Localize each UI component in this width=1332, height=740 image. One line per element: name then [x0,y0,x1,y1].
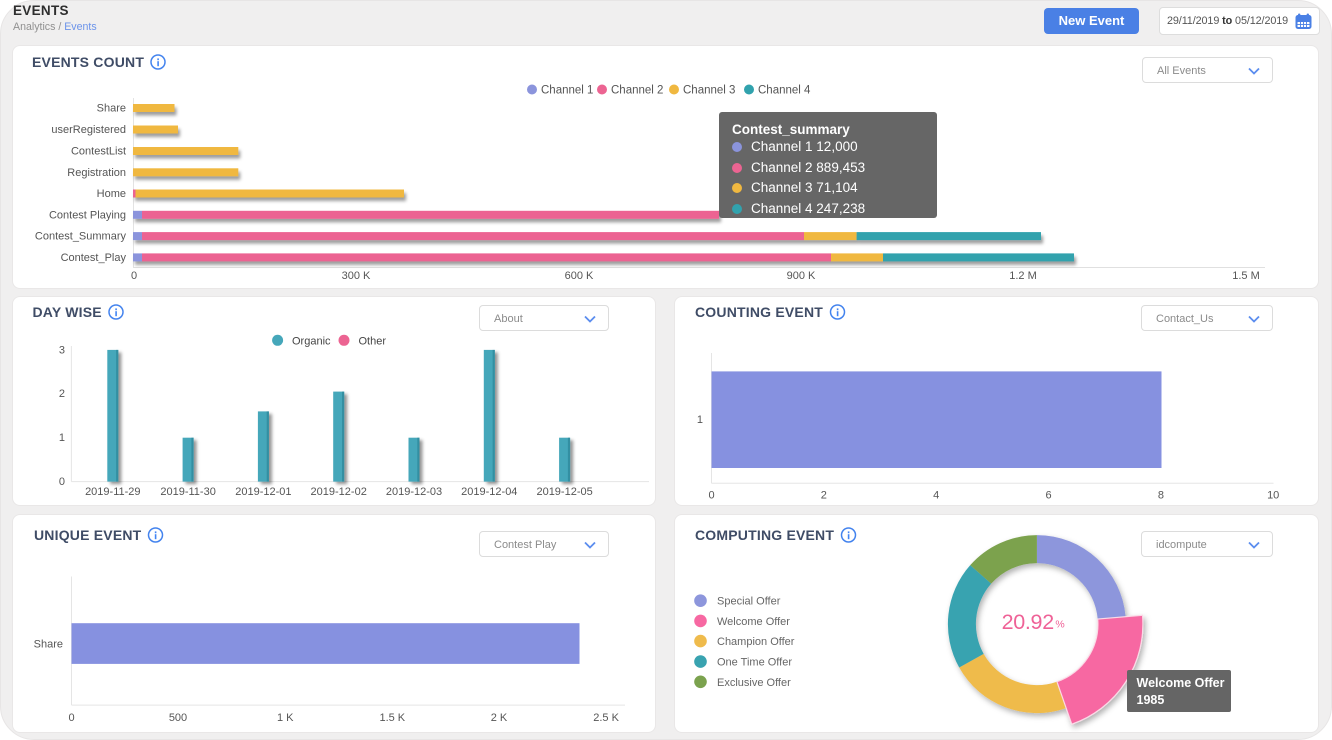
svg-text:Organic: Organic [292,335,331,347]
svg-text:1.5 M: 1.5 M [1232,270,1260,282]
svg-text:Share: Share [34,638,63,650]
svg-text:10: 10 [1267,490,1279,502]
svg-text:2.5 K: 2.5 K [593,712,619,724]
svg-text:1 K: 1 K [277,712,294,724]
svg-text:Registration: Registration [67,166,126,178]
svg-text:3: 3 [59,344,65,356]
svg-text:1: 1 [59,432,65,444]
svg-text:8: 8 [1157,490,1163,502]
svg-text:0: 0 [131,270,137,282]
svg-text:500: 500 [169,712,187,724]
svg-text:Contest Playing: Contest Playing [49,209,126,221]
svg-text:Channel 4: Channel 4 [758,84,811,96]
svg-text:Channel 2: Channel 2 [611,84,663,96]
svg-text:1.5 K: 1.5 K [379,712,405,724]
svg-text:2 K: 2 K [491,712,508,724]
svg-text:20.92%: 20.92% [1001,610,1064,634]
svg-text:Contest_Play: Contest_Play [61,251,127,263]
svg-text:Home: Home [97,188,126,200]
svg-text:2019-12-02: 2019-12-02 [311,486,367,498]
svg-text:2019-11-29: 2019-11-29 [85,486,140,498]
svg-text:Share: Share [97,102,126,114]
svg-text:1: 1 [696,414,702,426]
svg-text:2019-12-01: 2019-12-01 [235,486,291,498]
svg-text:2019-12-04: 2019-12-04 [461,486,517,498]
svg-text:2: 2 [59,388,65,400]
svg-text:Welcome Offer: Welcome Offer [717,615,790,627]
svg-text:Other: Other [359,335,387,347]
svg-text:Channel 3: Channel 3 [683,84,735,96]
svg-text:900 K: 900 K [787,270,816,282]
svg-text:Champion Offer: Champion Offer [717,636,795,648]
svg-text:0: 0 [68,712,74,724]
svg-text:2019-12-03: 2019-12-03 [386,486,442,498]
svg-text:ContestList: ContestList [71,145,126,157]
svg-text:Contest_Summary: Contest_Summary [35,230,127,242]
svg-text:300 K: 300 K [342,270,371,282]
svg-text:0: 0 [59,476,65,488]
svg-text:4: 4 [933,490,939,502]
svg-text:2019-12-05: 2019-12-05 [536,486,592,498]
svg-text:Channel 1: Channel 1 [541,84,593,96]
svg-text:Exclusive Offer: Exclusive Offer [717,676,791,688]
svg-text:2: 2 [820,490,826,502]
svg-text:600 K: 600 K [565,270,594,282]
svg-text:6: 6 [1045,490,1051,502]
svg-text:Special Offer: Special Offer [717,595,781,607]
svg-text:0: 0 [708,490,714,502]
svg-text:2019-11-30: 2019-11-30 [160,486,215,498]
svg-text:One Time Offer: One Time Offer [717,656,792,668]
svg-text:1.2 M: 1.2 M [1009,270,1037,282]
svg-text:userRegistered: userRegistered [51,124,126,136]
